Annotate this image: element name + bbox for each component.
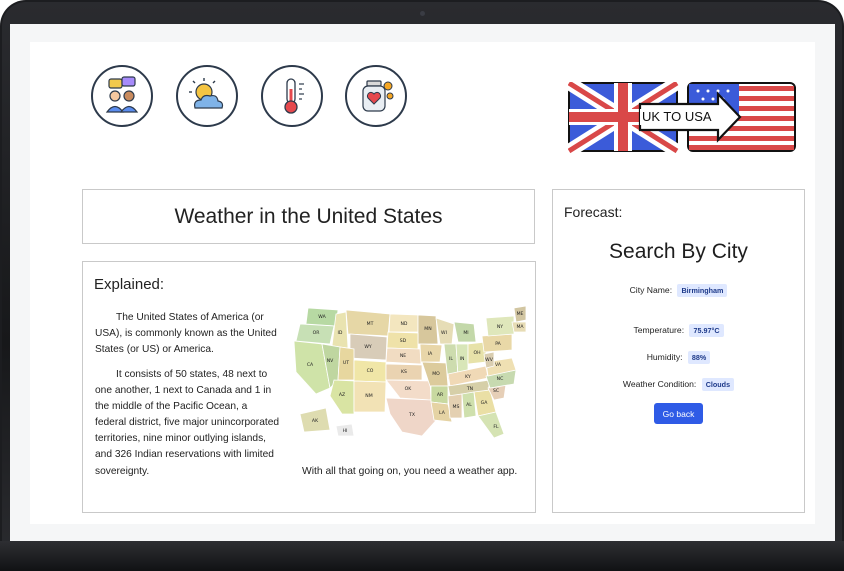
weather-condition-label: Weather Condition: (622, 378, 697, 389)
explained-paragraph-1: The United States of America (or USA), i… (95, 312, 277, 356)
svg-text:LA: LA (439, 410, 446, 416)
thermometer-icon[interactable] (261, 65, 323, 127)
svg-text:AL: AL (466, 402, 472, 408)
svg-text:CA: CA (307, 362, 314, 368)
svg-text:SC: SC (493, 388, 499, 394)
svg-text:AK: AK (312, 418, 319, 424)
city-name-badge: Birmingham (677, 284, 728, 297)
svg-text:ME: ME (517, 311, 524, 317)
sun-cloud-icon[interactable] (176, 65, 238, 127)
map-state-fl (477, 411, 505, 439)
map-caption: With all that going on, you need a weath… (302, 466, 518, 477)
explained-heading: Explained: (94, 276, 165, 293)
svg-text:AZ: AZ (339, 392, 345, 398)
svg-text:MO: MO (432, 371, 440, 377)
go-back-button[interactable]: Go back (654, 403, 703, 424)
page-canvas: UK TO USA Weather in the United States E… (30, 42, 815, 524)
svg-text:FL: FL (493, 424, 499, 430)
svg-text:NV: NV (327, 358, 334, 364)
svg-text:MS: MS (453, 404, 460, 410)
svg-text:TN: TN (466, 386, 473, 392)
webcam (420, 11, 425, 16)
laptop-screen: UK TO USA Weather in the United States E… (10, 24, 835, 541)
svg-text:NY: NY (497, 324, 503, 330)
svg-text:WY: WY (364, 344, 372, 350)
search-by-city-title: Search By City (609, 240, 748, 263)
page-title: Weather in the United States (174, 204, 443, 228)
svg-text:VA: VA (495, 362, 502, 368)
svg-text:KS: KS (401, 369, 407, 375)
svg-text:IL: IL (449, 356, 453, 362)
heart-jar-icon[interactable] (345, 65, 407, 127)
svg-text:NM: NM (365, 393, 372, 399)
svg-text:NC: NC (497, 376, 504, 382)
explained-paragraph-2: It consists of 50 states, 48 next to one… (95, 369, 280, 477)
humidity-row: Humidity: 88% (553, 351, 804, 364)
temperature-row: Temperature: 75.97°C (553, 324, 804, 337)
svg-text:NE: NE (400, 353, 406, 359)
svg-text:MI: MI (463, 330, 468, 336)
svg-text:WI: WI (441, 330, 447, 336)
uk-to-usa-label[interactable]: UK TO USA (640, 109, 714, 125)
temperature-label: Temperature: (633, 324, 685, 335)
svg-text:TX: TX (408, 412, 415, 418)
svg-text:KY: KY (465, 374, 471, 380)
forecast-panel: Forecast: Search By City City Name: Birm… (552, 189, 805, 513)
svg-text:CO: CO (367, 368, 374, 374)
svg-text:MT: MT (367, 321, 374, 327)
svg-text:MN: MN (424, 326, 431, 332)
explained-panel: Explained: The United States of America … (82, 261, 536, 513)
humidity-label: Humidity: (646, 351, 683, 362)
forecast-heading: Forecast: (564, 204, 623, 220)
people-chat-icon[interactable] (91, 65, 153, 127)
weather-condition-badge: Clouds (701, 378, 735, 391)
svg-text:MA: MA (516, 324, 524, 330)
svg-text:GA: GA (481, 400, 489, 406)
svg-text:WA: WA (318, 314, 326, 320)
svg-text:SD: SD (400, 338, 407, 344)
svg-text:ID: ID (338, 330, 343, 336)
svg-text:ND: ND (401, 321, 408, 327)
laptop-base (0, 541, 844, 571)
svg-text:UT: UT (343, 360, 349, 366)
svg-text:WV: WV (485, 357, 494, 363)
svg-text:HI: HI (343, 428, 348, 434)
svg-text:OH: OH (473, 350, 480, 356)
temperature-badge: 75.97°C (689, 324, 724, 337)
svg-text:OR: OR (313, 330, 321, 336)
svg-text:PA: PA (495, 341, 501, 347)
title-panel: Weather in the United States (82, 189, 535, 244)
weather-condition-row: Weather Condition: Clouds (553, 378, 804, 391)
svg-text:OK: OK (405, 386, 413, 392)
humidity-badge: 88% (687, 351, 711, 364)
svg-text:AR: AR (437, 392, 444, 398)
city-name-row: City Name: Birmingham (553, 284, 804, 297)
city-name-label: City Name: (629, 284, 673, 295)
svg-text:IN: IN (460, 356, 465, 362)
us-states-map: WA OR ID MT ND MN SD WY CA NV UT CO NE KS AZ NM OK T… (293, 305, 527, 439)
